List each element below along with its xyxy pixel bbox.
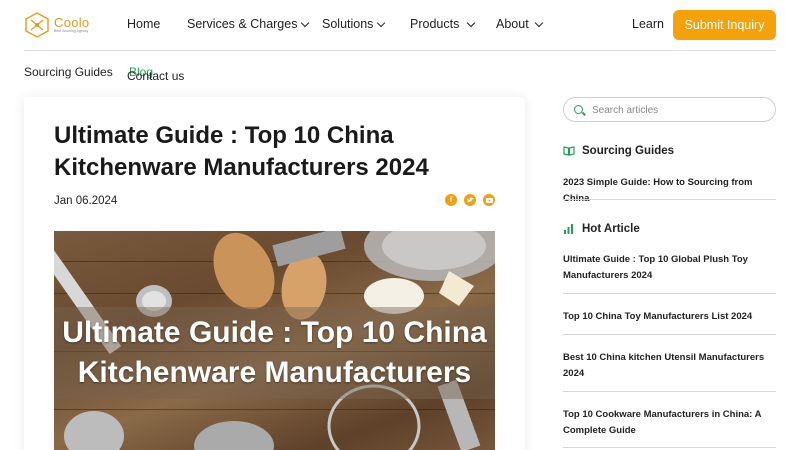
nav-home[interactable]: Home	[127, 17, 160, 31]
nav-home-label: Home	[127, 17, 161, 31]
hot-article-link[interactable]: Top 10 China Toy Manufacturers List 2024	[563, 309, 776, 325]
subnav-sourcing-guides[interactable]: Sourcing Guides	[24, 65, 113, 79]
chevron-down-icon	[301, 18, 310, 27]
hot-article-link[interactable]: Top 10 Cookware Manufacturers in China: …	[563, 407, 776, 439]
nav-learn-label: Learn	[632, 17, 664, 31]
sidebar-link-sourcing-guide[interactable]: 2023 Simple Guide: How to Sourcing from …	[563, 175, 776, 207]
article-hero-image: Ultimate Guide : Top 10 China Kitchenwar…	[54, 231, 495, 450]
sourcing-guides-heading: Sourcing Guides	[563, 145, 674, 157]
chevron-down-icon	[467, 18, 476, 27]
bar-chart-icon	[564, 224, 573, 234]
divider	[563, 391, 776, 392]
nav-products[interactable]: Products	[410, 17, 476, 31]
hot-article-heading-label: Hot Article	[582, 223, 640, 235]
divider	[563, 447, 776, 448]
search-input[interactable]	[592, 102, 767, 118]
hot-article-heading: Hot Article	[563, 223, 640, 235]
divider	[563, 199, 776, 200]
submit-inquiry-button[interactable]: Submit Inquiry	[673, 10, 776, 40]
chevron-down-icon	[377, 18, 386, 27]
nav-solutions[interactable]: Solutions	[322, 17, 386, 31]
site-header: Coolo Best Sourcing Agency Home Services…	[0, 0, 800, 50]
chevron-down-icon	[534, 18, 543, 27]
hero-caption: Ultimate Guide : Top 10 China Kitchenwar…	[54, 307, 495, 399]
logo-mark-icon	[25, 12, 49, 38]
search-box[interactable]	[563, 97, 776, 122]
nav-about[interactable]: About	[496, 17, 543, 31]
nav-about-label: About	[496, 17, 529, 31]
hot-article-link[interactable]: Best 10 China kitchen Utensil Manufactur…	[563, 350, 776, 382]
subnav-contact-us[interactable]: Contact us	[127, 69, 184, 83]
nav-learn[interactable]: Learn	[632, 17, 664, 31]
hot-article-link[interactable]: Ultimate Guide : Top 10 Global Plush Toy…	[563, 252, 776, 284]
article-date: Jan 06.2024	[54, 195, 118, 207]
logo-name: Coolo	[54, 15, 90, 30]
nav-services[interactable]: Services & Charges	[187, 17, 310, 31]
nav-services-label: Services & Charges	[187, 17, 298, 31]
book-icon	[563, 146, 575, 156]
logo-tagline: Best Sourcing Agency	[54, 29, 89, 33]
header-divider	[24, 50, 776, 51]
sourcing-guides-heading-label: Sourcing Guides	[582, 145, 675, 157]
logo[interactable]: Coolo Best Sourcing Agency	[24, 10, 94, 40]
search-icon	[574, 105, 583, 114]
facebook-icon[interactable]: f	[445, 194, 457, 206]
twitter-icon[interactable]	[464, 194, 476, 206]
divider	[563, 293, 776, 294]
nav-solutions-label: Solutions	[322, 17, 374, 31]
youtube-icon[interactable]	[483, 194, 495, 206]
article-title: Ultimate Guide : Top 10 China Kitchenwar…	[54, 122, 429, 181]
divider	[563, 334, 776, 335]
nav-products-label: Products	[410, 17, 460, 31]
